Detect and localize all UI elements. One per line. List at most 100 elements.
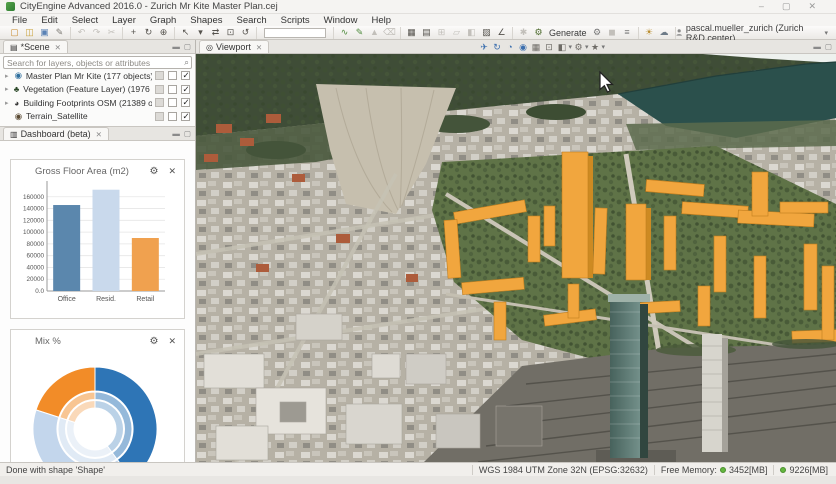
- isometric-view-icon[interactable]: ▦: [530, 41, 543, 53]
- texture-icon[interactable]: ▨: [480, 27, 493, 39]
- cut-icon[interactable]: ✂: [105, 27, 118, 39]
- tab-scene[interactable]: ▤ *Scene ✕: [3, 40, 68, 53]
- menu-window[interactable]: Window: [317, 15, 365, 26]
- viewport-3d-scene[interactable]: [196, 54, 836, 462]
- pan-icon[interactable]: +: [127, 27, 140, 39]
- layer-lock-checkbox[interactable]: [155, 71, 164, 81]
- edit-graph-icon[interactable]: ∿: [338, 27, 351, 39]
- bookmarks-icon[interactable]: ★: [589, 41, 602, 53]
- layer-expand-icon[interactable]: ▸: [5, 72, 11, 80]
- toolbar-search-input[interactable]: [264, 27, 326, 38]
- menu-help[interactable]: Help: [364, 15, 398, 26]
- align-terrain-icon[interactable]: ▦: [405, 27, 418, 39]
- menu-scripts[interactable]: Scripts: [274, 15, 317, 26]
- scale-icon[interactable]: ⊡: [224, 27, 237, 39]
- orbit-icon[interactable]: ↻: [142, 27, 155, 39]
- measure-icon[interactable]: ∠: [495, 27, 508, 39]
- orbit-mode-icon[interactable]: ↻: [491, 41, 504, 53]
- frame-scene-icon[interactable]: ◉: [517, 41, 530, 53]
- sun-icon[interactable]: ☀: [643, 27, 656, 39]
- reset-terrain-icon[interactable]: ▤: [420, 27, 433, 39]
- close-window-button[interactable]: ✕: [808, 1, 816, 12]
- render-settings-icon[interactable]: ⚙: [572, 41, 585, 53]
- mix-close-icon[interactable]: ✕: [168, 336, 176, 347]
- tab-viewport[interactable]: ◎ Viewport ✕: [199, 40, 270, 53]
- menu-layer[interactable]: Layer: [105, 15, 143, 26]
- layer-row-3[interactable]: ▸ ◕Building Footprints OSM (21389 objects…: [3, 96, 192, 110]
- look-around-icon[interactable]: ◔: [504, 41, 517, 53]
- layer-row-4[interactable]: ▸◉Terrain_Satellite: [3, 110, 192, 124]
- bookmarks-icon-caret[interactable]: ▾: [602, 43, 606, 51]
- svg-text:160000: 160000: [23, 194, 45, 201]
- cleanup-graph-icon[interactable]: ⌫: [383, 27, 396, 39]
- viewport-maximize-icon[interactable]: ▢: [825, 42, 832, 51]
- layer-lock-checkbox[interactable]: [155, 111, 164, 121]
- layer-select-checkbox[interactable]: [168, 111, 177, 121]
- dashboard-minimize-icon[interactable]: ▬: [172, 129, 180, 138]
- menu-search[interactable]: Search: [230, 15, 274, 26]
- tab-dashboard[interactable]: ▥ Dashboard (beta) ✕: [3, 127, 109, 140]
- menu-graph[interactable]: Graph: [143, 15, 183, 26]
- generate-options-icon[interactable]: ⚙: [591, 27, 604, 39]
- offset-icon[interactable]: ▱: [450, 27, 463, 39]
- memory-value-1: 3452[MB]: [728, 464, 768, 475]
- mix-settings-gear-icon[interactable]: ⚙: [149, 336, 158, 347]
- layer-expand-icon[interactable]: ▸: [5, 85, 10, 93]
- viewport-minimize-icon[interactable]: ▬: [813, 42, 821, 51]
- layer-visible-checkbox[interactable]: [181, 97, 190, 108]
- undo-icon[interactable]: ↶: [75, 27, 88, 39]
- select-dropdown-icon[interactable]: ▾: [194, 27, 207, 39]
- scene-maximize-icon[interactable]: ▢: [184, 42, 191, 51]
- select-arrow-icon[interactable]: ↖: [179, 27, 192, 39]
- model-info-icon[interactable]: ≡: [621, 27, 634, 39]
- layer-select-checkbox[interactable]: [168, 98, 177, 108]
- layer-lock-checkbox[interactable]: [155, 98, 164, 108]
- stop-generation-icon[interactable]: ◼: [606, 27, 619, 39]
- menu-edit[interactable]: Edit: [34, 15, 64, 26]
- menu-select[interactable]: Select: [65, 15, 105, 26]
- layer-visible-checkbox[interactable]: [181, 84, 190, 95]
- fly-mode-icon[interactable]: ✈: [478, 41, 491, 53]
- zoom-icon[interactable]: ⊕: [157, 27, 170, 39]
- view-settings-icon[interactable]: ◧: [556, 41, 569, 53]
- align-graph-icon[interactable]: ▲: [368, 27, 381, 39]
- layer-visible-checkbox[interactable]: [181, 111, 190, 122]
- toolbar-group-navigation: + ↻ ⊕: [123, 26, 175, 39]
- open-icon[interactable]: ◫: [23, 27, 36, 39]
- scene-minimize-icon[interactable]: ▬: [172, 42, 180, 51]
- layer-select-checkbox[interactable]: [168, 84, 177, 94]
- subdivide-icon[interactable]: ⊞: [435, 27, 448, 39]
- new-scene-icon[interactable]: ▢: [8, 27, 21, 39]
- draw-streets-icon[interactable]: ✎: [353, 27, 366, 39]
- scene-tab-close-icon[interactable]: ✕: [55, 43, 61, 52]
- gfa-close-icon[interactable]: ✕: [168, 166, 176, 177]
- dashboard-tab-close-icon[interactable]: ✕: [96, 130, 102, 139]
- layer-visible-checkbox[interactable]: [181, 70, 190, 81]
- generate-button-label[interactable]: Generate: [549, 28, 587, 38]
- layer-select-checkbox[interactable]: [168, 71, 177, 81]
- cloud-icon[interactable]: ☁: [658, 27, 671, 39]
- generate-icon[interactable]: ⚙: [532, 27, 545, 39]
- layer-row-1[interactable]: ▸ ◉ Master Plan Mr Kite (177 objects): [3, 69, 192, 83]
- viewport-tab-close-icon[interactable]: ✕: [256, 43, 262, 52]
- snapshot-icon[interactable]: ⊡: [543, 41, 556, 53]
- mix-percent-donut-chart: [32, 366, 158, 462]
- gfa-settings-gear-icon[interactable]: ⚙: [149, 166, 158, 177]
- assign-rule-icon[interactable]: ✱: [517, 27, 530, 39]
- layer-row-2[interactable]: ▸♣Vegetation (Feature Layer) (1976 objec…: [3, 83, 192, 97]
- menu-file[interactable]: File: [5, 15, 34, 26]
- layer-type-icon: ◕: [14, 97, 20, 108]
- move-icon[interactable]: ⇄: [209, 27, 222, 39]
- split-icon[interactable]: ◧: [465, 27, 478, 39]
- minimize-window-button[interactable]: –: [759, 1, 764, 12]
- edit-wand-icon[interactable]: ✎: [53, 27, 66, 39]
- maximize-window-button[interactable]: ▢: [782, 1, 791, 12]
- redo-icon[interactable]: ↷: [90, 27, 103, 39]
- rotate-icon[interactable]: ↺: [239, 27, 252, 39]
- menu-shapes[interactable]: Shapes: [183, 15, 229, 26]
- dashboard-maximize-icon[interactable]: ▢: [184, 129, 191, 138]
- layer-lock-checkbox[interactable]: [155, 84, 164, 94]
- save-icon[interactable]: ▣: [38, 27, 51, 39]
- layer-expand-icon[interactable]: ▸: [5, 99, 10, 107]
- scene-search-input[interactable]: [3, 56, 192, 69]
